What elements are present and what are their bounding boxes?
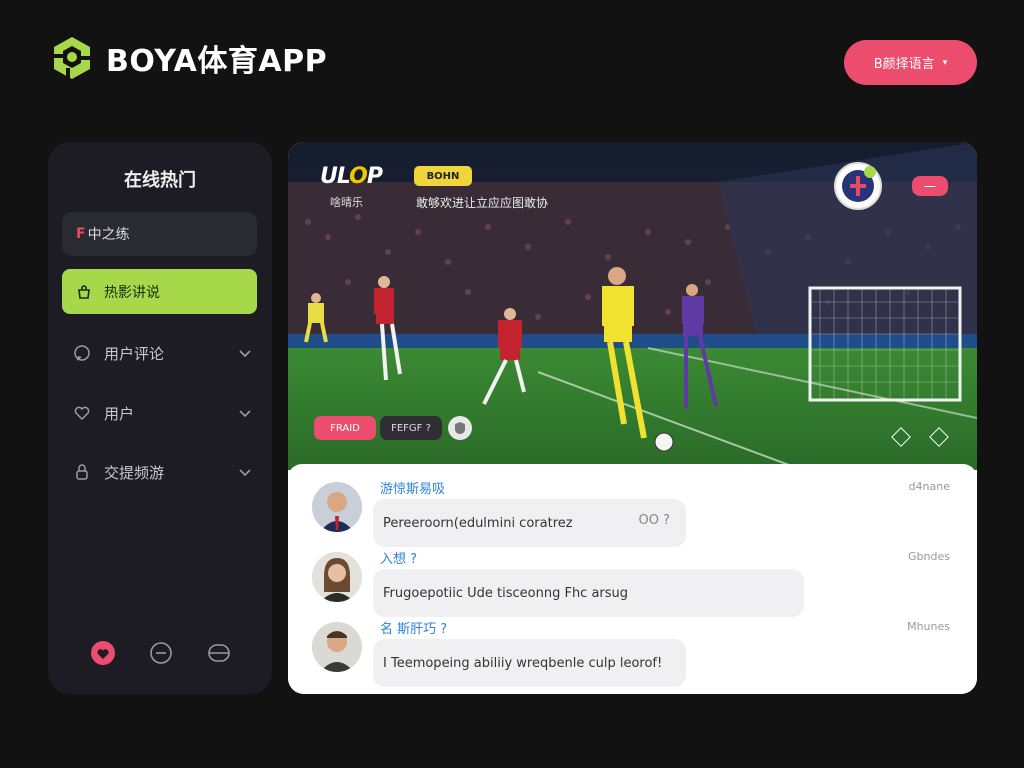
- bag-icon: [78, 284, 90, 299]
- language-select-button[interactable]: B颜择语言 ▾: [844, 40, 977, 85]
- chevron-down-icon: [239, 410, 251, 418]
- language-select-label: B颜择语言: [873, 57, 935, 72]
- sidebar-item-users-label: 用户: [104, 404, 135, 423]
- live-badge: BOHN: [414, 166, 472, 186]
- box-icon[interactable]: [202, 636, 236, 670]
- sidebar-item-trades[interactable]: 交提频游: [72, 457, 252, 487]
- comment-author[interactable]: 名 斯肝巧 ?: [380, 618, 447, 637]
- lock-icon: [72, 462, 92, 482]
- sidebar-item-channel-prefix: F: [76, 226, 86, 242]
- avatar[interactable]: [312, 552, 362, 602]
- sidebar-bottom-nav: [86, 636, 236, 670]
- sidebar-item-channel-label: 中之练: [87, 227, 130, 243]
- comment-author[interactable]: 入想 ?: [380, 548, 417, 567]
- sidebar-item-commentary-label: 热影讲说: [104, 284, 160, 301]
- comment-time: Gbndes: [908, 550, 950, 563]
- live-replay-button[interactable]: FRAID: [314, 416, 376, 440]
- avatar[interactable]: [312, 482, 362, 532]
- comment-list: 游惊斯易吸 d4nane Pereeroorn(edulmini coratre…: [288, 464, 977, 694]
- chat-icon: [72, 343, 92, 363]
- chevron-down-icon: [239, 350, 251, 358]
- comment-time: d4nane: [908, 480, 950, 493]
- heart-filled-icon[interactable]: [86, 636, 120, 670]
- sidebar-item-user-comments-label: 用户评论: [104, 344, 165, 363]
- video-channel-logo: ULOP: [320, 164, 383, 189]
- shield-icon[interactable]: [448, 416, 472, 440]
- sidebar-title: 在线热门: [124, 170, 196, 191]
- avatar[interactable]: [312, 622, 362, 672]
- main-panel: ULOP 啥晴乐 BOHN 敢够欢进让立应应图敢协 一 FRAID FEFGF …: [288, 142, 977, 694]
- video-channel-subtitle: 啥晴乐: [330, 196, 363, 209]
- minimize-button[interactable]: 一: [912, 176, 948, 196]
- sidebar: 在线热门 F 中之练 热影讲说 用户评论 用户 交提频游: [48, 142, 272, 694]
- comment-time: Mhunes: [907, 620, 950, 633]
- clock-icon[interactable]: [144, 636, 178, 670]
- sidebar-item-user-comments[interactable]: 用户评论: [72, 338, 252, 368]
- comment-bubble: Frugoepotiic Ude tisceonng Fhc arsug: [373, 569, 804, 617]
- brand-logo[interactable]: BOYA体育APP: [48, 34, 327, 82]
- heart-icon: [72, 403, 92, 423]
- video-caption: 敢够欢进让立应应图敢协: [416, 196, 549, 210]
- sidebar-item-users[interactable]: 用户: [72, 398, 252, 428]
- comment-text: Pereeroorn(edulmini coratrez: [383, 515, 573, 531]
- comment-bubble: Pereeroorn(edulmini coratrez OO ?: [373, 499, 686, 547]
- brand-name: BOYA体育APP: [106, 44, 328, 79]
- sidebar-item-channel[interactable]: F 中之练: [62, 212, 257, 256]
- logo-mark-icon: [54, 37, 90, 79]
- comment-bubble: I Teemopeing abiliiy wreqbenle culp leor…: [373, 639, 686, 687]
- reaction-icon[interactable]: OO ?: [639, 513, 671, 528]
- match-video[interactable]: ULOP 啥晴乐 BOHN 敢够欢进让立应应图敢协 一 FRAID FEFGF …: [288, 142, 977, 470]
- comment-text: I Teemopeing abiliiy wreqbenle culp leor…: [383, 655, 663, 671]
- stats-button[interactable]: FEFGF ?: [380, 416, 442, 440]
- team-crest-icon: [834, 162, 882, 210]
- chevron-down-icon: ▾: [942, 57, 948, 68]
- sidebar-item-commentary[interactable]: 热影讲说: [62, 269, 257, 314]
- comment-text: Frugoepotiic Ude tisceonng Fhc arsug: [383, 585, 629, 601]
- chevron-down-icon: [239, 469, 251, 477]
- comment-author[interactable]: 游惊斯易吸: [380, 478, 445, 497]
- sidebar-item-trades-label: 交提频游: [104, 463, 165, 482]
